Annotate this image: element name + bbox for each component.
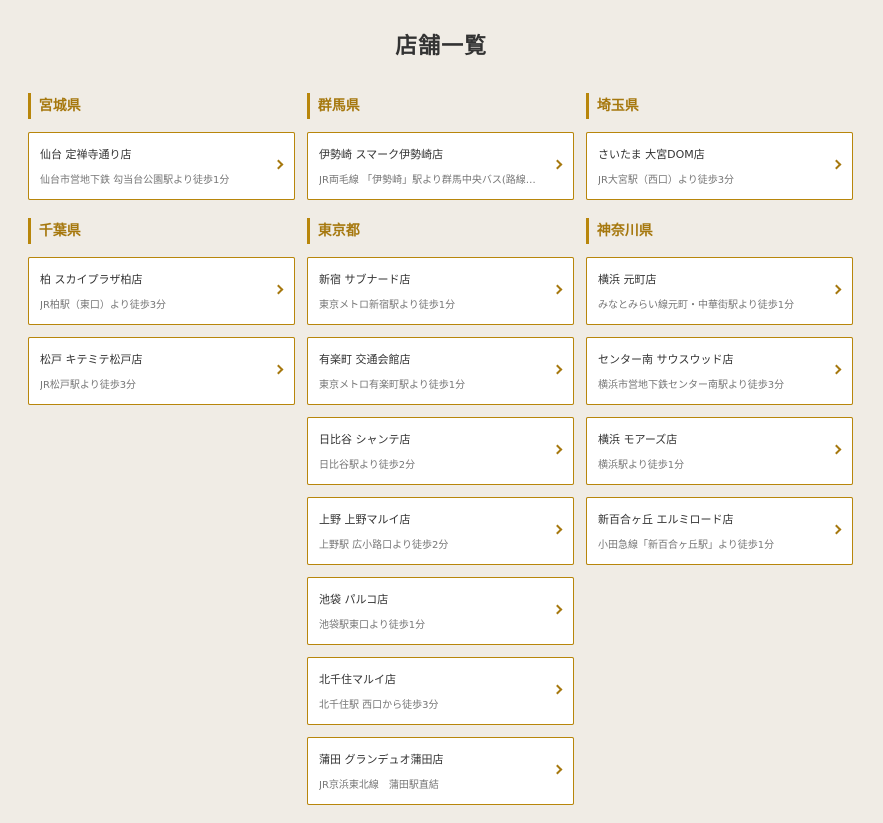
store-access-info: 横浜市営地下鉄センター南駅より徒歩3分	[598, 380, 785, 391]
store-card[interactable]: 北千住マルイ店北千住駅 西口から徒歩3分	[307, 657, 574, 725]
store-access-info: 仙台市営地下鉄 勾当台公園駅より徒歩1分	[40, 175, 230, 186]
store-list: 伊勢崎 スマーク伊勢崎店 JR両毛線 「伊勢崎」駅より群馬中央バス(路線…	[307, 132, 574, 200]
region-section: 神奈川県 横浜 元町店 みなとみらい線元町・中華街駅より徒歩1分 センター南 サウスウ…	[586, 218, 853, 565]
store-name: 新宿 サブナード店	[319, 273, 411, 286]
store-card[interactable]: さいたま 大宮DOM店 JR大宮駅（西口）より徒歩3分	[586, 132, 853, 200]
store-name: 仙台 定禅寺通り店	[40, 148, 132, 161]
store-name: センター南 サウスウッド店	[598, 353, 734, 366]
region-heading: 神奈川県	[586, 218, 853, 244]
store-name: 有楽町 交通会館店	[319, 353, 411, 366]
store-name: 松戸 キテミテ松戸店	[40, 353, 143, 366]
store-card[interactable]: 新宿 サブナード店東京メトロ新宿駅より徒歩1分	[307, 257, 574, 325]
store-card[interactable]: 伊勢崎 スマーク伊勢崎店 JR両毛線 「伊勢崎」駅より群馬中央バス(路線…	[307, 132, 574, 200]
chevron-right-icon	[831, 524, 842, 535]
region-section: 埼玉県さいたま 大宮DOM店 JR大宮駅（西口）より徒歩3分	[586, 93, 853, 200]
chevron-right-icon	[552, 159, 563, 170]
region-heading: 東京都	[307, 218, 574, 244]
chevron-right-icon	[273, 284, 284, 295]
store-list: さいたま 大宮DOM店 JR大宮駅（西口）より徒歩3分	[586, 132, 853, 200]
chevron-right-icon	[831, 444, 842, 455]
store-column-2: 群馬県伊勢崎 スマーク伊勢崎店 JR両毛線 「伊勢崎」駅より群馬中央バス(路線… 東…	[307, 93, 574, 823]
region-section: 千葉県柏 スカイプラザ柏店 JR柏駅（東口）より徒歩3分 松戸 キテミテ松戸店 JR松…	[28, 218, 295, 405]
region-heading: 埼玉県	[586, 93, 853, 119]
chevron-right-icon	[831, 159, 842, 170]
store-access-info: 北千住駅 西口から徒歩3分	[319, 700, 439, 711]
store-card[interactable]: 柏 スカイプラザ柏店 JR柏駅（東口）より徒歩3分	[28, 257, 295, 325]
store-access-info: JR柏駅（東口）より徒歩3分	[40, 300, 167, 311]
chevron-right-icon	[831, 284, 842, 295]
store-card[interactable]: 仙台 定禅寺通り店仙台市営地下鉄 勾当台公園駅より徒歩1分	[28, 132, 295, 200]
store-access-info: 池袋駅東口より徒歩1分	[319, 620, 426, 631]
store-access-info: みなとみらい線元町・中華街駅より徒歩1分	[598, 300, 795, 311]
store-name: 伊勢崎 スマーク伊勢崎店	[319, 148, 444, 161]
region-heading: 千葉県	[28, 218, 295, 244]
store-access-info: JR大宮駅（西口）より徒歩3分	[598, 175, 735, 186]
store-name: 池袋 パルコ店	[319, 593, 389, 606]
store-card[interactable]: 横浜 モアーズ店 横浜駅より徒歩1分	[586, 417, 853, 485]
store-list: 仙台 定禅寺通り店仙台市営地下鉄 勾当台公園駅より徒歩1分	[28, 132, 295, 200]
store-access-info: JR両毛線 「伊勢崎」駅より群馬中央バス(路線…	[319, 175, 536, 186]
store-name: 横浜 元町店	[598, 273, 657, 286]
store-card[interactable]: 松戸 キテミテ松戸店 JR松戸駅より徒歩3分	[28, 337, 295, 405]
store-card[interactable]: 横浜 元町店みなとみらい線元町・中華街駅より徒歩1分	[586, 257, 853, 325]
store-name: 日比谷 シャンテ店	[319, 433, 411, 446]
chevron-right-icon	[273, 364, 284, 375]
store-access-info: 日比谷駅より徒歩2分	[319, 460, 416, 471]
store-card[interactable]: 新百合ヶ丘 エルミロード店小田急線「新百合ヶ丘駅」より徒歩1分	[586, 497, 853, 565]
store-card[interactable]: 日比谷 シャンテ店 日比谷駅より徒歩2分	[307, 417, 574, 485]
store-column-1: 宮城県仙台 定禅寺通り店仙台市営地下鉄 勾当台公園駅より徒歩1分千葉県柏 スカイ…	[28, 93, 295, 423]
store-name: 北千住マルイ店	[319, 673, 396, 686]
store-name: 横浜 モアーズ店	[598, 433, 678, 446]
store-name: さいたま 大宮DOM店	[598, 148, 705, 161]
chevron-right-icon	[552, 364, 563, 375]
store-list: 柏 スカイプラザ柏店 JR柏駅（東口）より徒歩3分 松戸 キテミテ松戸店 JR松戸駅よ…	[28, 257, 295, 405]
store-list: 新宿 サブナード店東京メトロ新宿駅より徒歩1分 有楽町 交通会館店東京メトロ有楽町…	[307, 257, 574, 805]
store-card[interactable]: 蒲田 グランデュオ蒲田店 JR京浜東北線 蒲田駅直結	[307, 737, 574, 805]
store-card[interactable]: 上野 上野マルイ店上野駅 広小路口より徒歩2分	[307, 497, 574, 565]
region-section: 宮城県仙台 定禅寺通り店仙台市営地下鉄 勾当台公園駅より徒歩1分	[28, 93, 295, 200]
store-access-info: JR京浜東北線 蒲田駅直結	[319, 780, 439, 791]
region-section: 東京都 新宿 サブナード店 東京メトロ新宿駅より徒歩1分 有楽町 交通会館店 東京メトロ…	[307, 218, 574, 805]
store-name: 上野 上野マルイ店	[319, 513, 411, 526]
chevron-right-icon	[552, 764, 563, 775]
store-card[interactable]: 池袋 パルコ店池袋駅東口より徒歩1分	[307, 577, 574, 645]
store-name: 柏 スカイプラザ柏店	[40, 273, 143, 286]
region-heading: 群馬県	[307, 93, 574, 119]
chevron-right-icon	[552, 604, 563, 615]
page-title: 店舗一覧	[395, 34, 488, 59]
chevron-right-icon	[552, 524, 563, 535]
store-access-info: 東京メトロ新宿駅より徒歩1分	[319, 300, 456, 311]
region-section: 群馬県伊勢崎 スマーク伊勢崎店 JR両毛線 「伊勢崎」駅より群馬中央バス(路線…	[307, 93, 574, 200]
chevron-right-icon	[831, 364, 842, 375]
store-access-info: 横浜駅より徒歩1分	[598, 460, 685, 471]
chevron-right-icon	[552, 284, 563, 295]
store-access-info: 上野駅 広小路口より徒歩2分	[319, 540, 449, 551]
store-access-info: 東京メトロ有楽町駅より徒歩1分	[319, 380, 466, 391]
chevron-right-icon	[273, 159, 284, 170]
store-list: 横浜 元町店 みなとみらい線元町・中華街駅より徒歩1分 センター南 サウスウッド店横…	[586, 257, 853, 565]
store-name: 蒲田 グランデュオ蒲田店	[319, 753, 444, 766]
region-heading: 宮城県	[28, 93, 295, 119]
store-card[interactable]: 有楽町 交通会館店東京メトロ有楽町駅より徒歩1分	[307, 337, 574, 405]
store-name: 新百合ヶ丘 エルミロード店	[598, 513, 734, 526]
chevron-right-icon	[552, 684, 563, 695]
store-access-info: 小田急線「新百合ヶ丘駅」より徒歩1分	[598, 540, 775, 551]
store-card[interactable]: センター南 サウスウッド店横浜市営地下鉄センター南駅より徒歩3分	[586, 337, 853, 405]
store-column-3: 埼玉県さいたま 大宮DOM店 JR大宮駅（西口）より徒歩3分神奈川県横浜 元町店み…	[586, 93, 853, 583]
store-access-info: JR松戸駅より徒歩3分	[40, 380, 137, 391]
chevron-right-icon	[552, 444, 563, 455]
